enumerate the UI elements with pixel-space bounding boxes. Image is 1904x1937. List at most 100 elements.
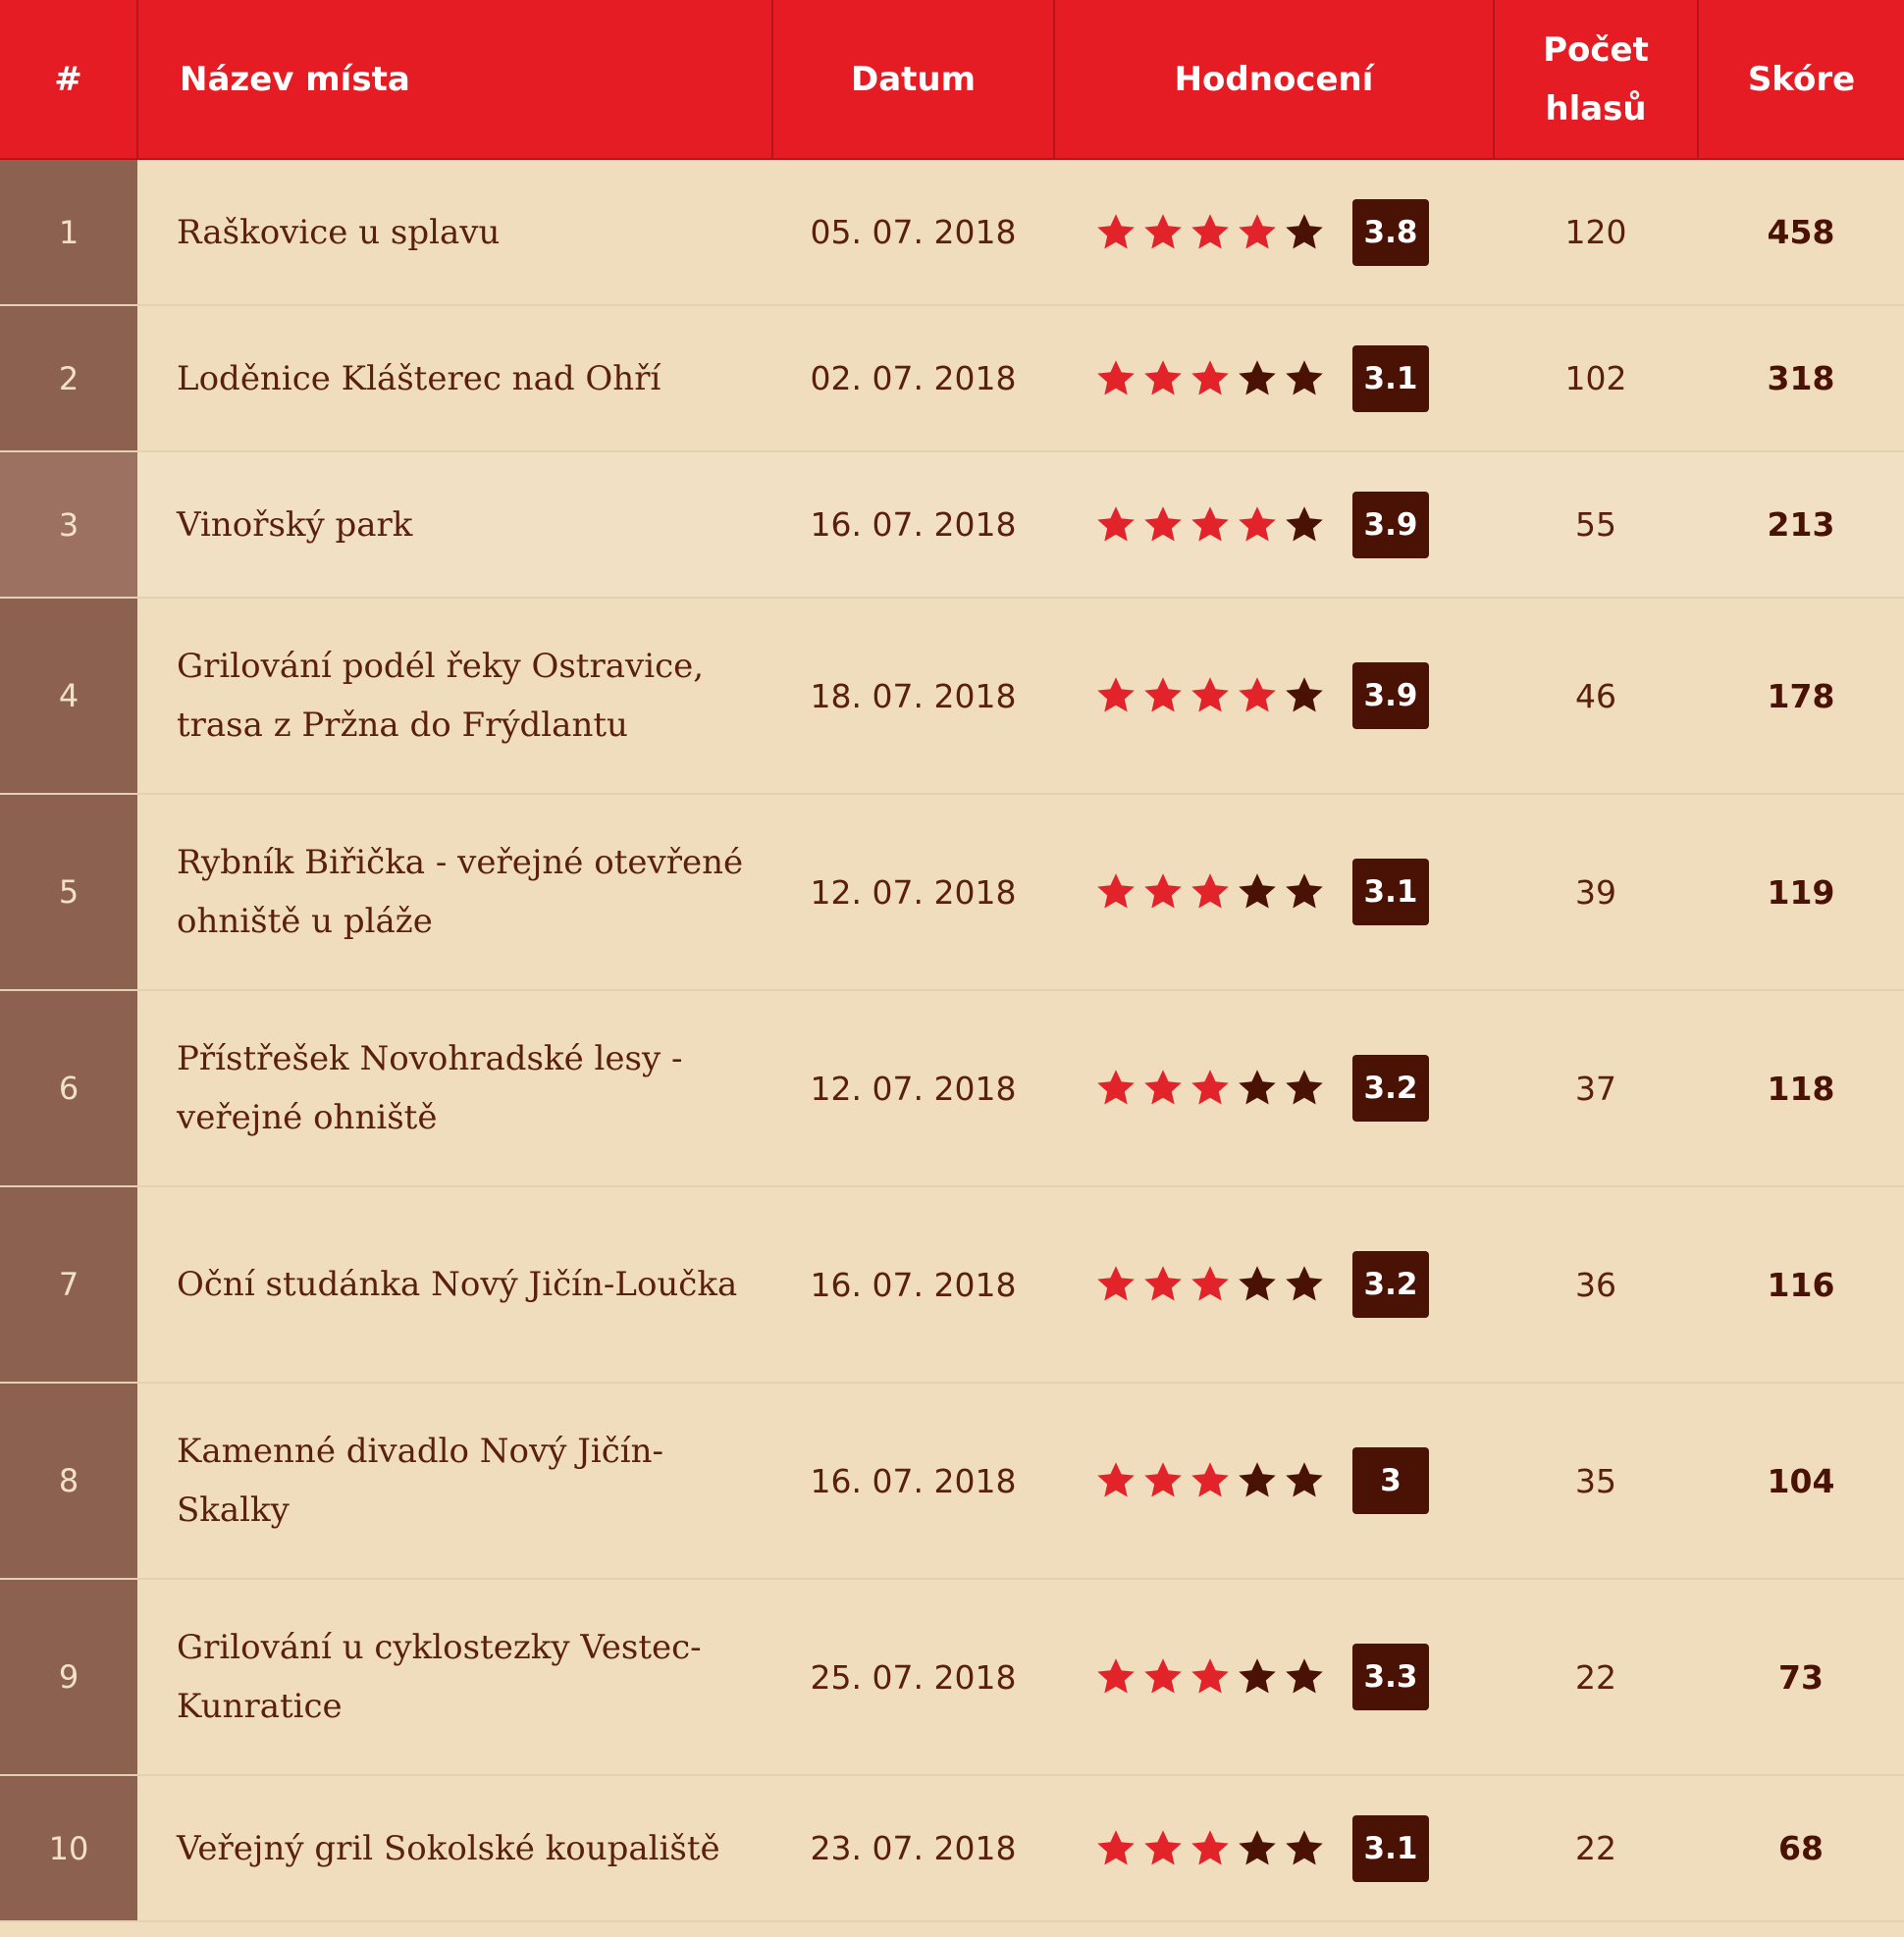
rating-badge: 3.2 (1352, 1055, 1429, 1122)
star-rating (1093, 673, 1329, 718)
ranking-table: # Název místa Datum Hodnocení Počet hlasů… (0, 0, 1904, 1922)
rating-badge: 3 (1352, 1447, 1429, 1514)
table-row[interactable]: 4 Grilování podél řeky Ostravice, trasa z… (0, 598, 1904, 794)
table-row[interactable]: 9 Grilování u cyklostezky Vestec-Kunratic… (0, 1579, 1904, 1775)
star-empty-icon (1239, 873, 1276, 909)
rating-badge: 3.9 (1352, 491, 1429, 558)
row-place-name[interactable]: Grilování podél řeky Ostravice, trasa z … (137, 598, 772, 794)
star-filled-icon (1144, 1658, 1182, 1694)
table-row[interactable]: 5 Rybník Biřička - veřejné otevřené ohniš… (0, 794, 1904, 990)
star-empty-icon (1286, 1266, 1323, 1301)
star-empty-icon (1239, 1658, 1276, 1694)
header-votes[interactable]: Počet hlasů (1494, 0, 1699, 159)
row-place-name[interactable]: Kamenné divadlo Nový Jičín-Skalky (137, 1383, 772, 1579)
header-name[interactable]: Název místa (137, 0, 773, 159)
star-filled-icon (1144, 359, 1182, 394)
row-date: 12. 07. 2018 (810, 872, 1017, 912)
table-row[interactable]: 10 Veřejný gril Sokolské koupaliště 23. 07… (0, 1775, 1904, 1921)
table-row[interactable]: 1 Raškovice u splavu 05. 07. 2018 3.8 120 458 (0, 159, 1904, 305)
star-empty-icon (1286, 677, 1323, 712)
row-place-name[interactable]: Grilování u cyklostezky Vestec-Kunratice (137, 1579, 772, 1775)
star-filled-icon (1144, 1829, 1182, 1864)
star-empty-icon (1239, 1070, 1276, 1105)
star-filled-icon (1097, 1462, 1135, 1497)
row-rating: 3.1 (1054, 794, 1494, 990)
star-empty-icon (1239, 1829, 1276, 1864)
star-filled-icon (1097, 213, 1135, 248)
row-place-name[interactable]: Veřejný gril Sokolské koupaliště (137, 1775, 772, 1921)
star-empty-icon (1286, 1829, 1323, 1864)
row-place-name[interactable]: Vinořský park (137, 451, 772, 598)
header-rating[interactable]: Hodnocení (1054, 0, 1495, 159)
star-filled-icon (1191, 1462, 1229, 1497)
row-rank: 9 (0, 1579, 137, 1775)
row-place-name[interactable]: Raškovice u splavu (137, 159, 772, 305)
header-rank[interactable]: # (0, 0, 138, 159)
star-empty-icon (1286, 1070, 1323, 1105)
star-rating (1093, 1262, 1329, 1307)
star-rating (1093, 210, 1329, 255)
row-score: 458 (1767, 213, 1835, 251)
row-date: 16. 07. 2018 (810, 1461, 1017, 1500)
table-row[interactable]: 8 Kamenné divadlo Nový Jičín-Skalky 16. 07… (0, 1383, 1904, 1579)
row-rating: 3.1 (1054, 305, 1494, 451)
table-row[interactable]: 2 Loděnice Klášterec nad Ohří 02. 07. 2018… (0, 305, 1904, 451)
table-row[interactable]: 7 Oční studánka Nový Jičín-Loučka 16. 07. … (0, 1186, 1904, 1383)
row-votes: 22 (1575, 1657, 1616, 1697)
row-score: 104 (1767, 1461, 1835, 1500)
row-score: 119 (1767, 872, 1835, 912)
star-filled-icon (1097, 677, 1135, 712)
star-filled-icon (1191, 1658, 1229, 1694)
star-filled-icon (1191, 677, 1229, 712)
header-votes-line2: hlasů (1545, 88, 1647, 129)
star-rating (1093, 869, 1329, 915)
star-filled-icon (1191, 359, 1229, 394)
row-place-name[interactable]: Přístřešek Novohradské lesy - veřejné oh… (137, 990, 772, 1186)
star-rating (1093, 1654, 1329, 1700)
star-filled-icon (1191, 213, 1229, 248)
star-filled-icon (1097, 1829, 1135, 1864)
star-empty-icon (1239, 1266, 1276, 1301)
row-votes: 102 (1564, 359, 1627, 397)
row-rank: 4 (0, 598, 137, 794)
row-date: 16. 07. 2018 (810, 505, 1017, 544)
star-rating (1093, 356, 1329, 401)
row-rating: 3.9 (1054, 598, 1494, 794)
star-empty-icon (1286, 505, 1323, 541)
row-rating: 3.9 (1054, 451, 1494, 598)
row-rank: 10 (0, 1775, 137, 1921)
row-score: 118 (1767, 1069, 1835, 1108)
star-empty-icon (1286, 1462, 1323, 1497)
table-row[interactable]: 3 Vinořský park 16. 07. 2018 3.9 55 213 (0, 451, 1904, 598)
row-rating: 3.2 (1054, 990, 1494, 1186)
row-rank: 7 (0, 1186, 137, 1383)
star-empty-icon (1286, 359, 1323, 394)
row-score: 178 (1767, 676, 1835, 715)
star-filled-icon (1144, 213, 1182, 248)
row-place-name[interactable]: Rybník Biřička - veřejné otevřené ohništ… (137, 794, 772, 990)
row-place-name[interactable]: Loděnice Klášterec nad Ohří (137, 305, 772, 451)
row-votes: 22 (1575, 1829, 1616, 1867)
row-place-name[interactable]: Oční studánka Nový Jičín-Loučka (137, 1186, 772, 1383)
row-date: 12. 07. 2018 (810, 1069, 1017, 1108)
row-date: 02. 07. 2018 (810, 359, 1017, 397)
row-date: 18. 07. 2018 (810, 676, 1017, 715)
star-rating (1093, 1066, 1329, 1111)
star-rating (1093, 502, 1329, 548)
table-row[interactable]: 6 Přístřešek Novohradské lesy - veřejné o… (0, 990, 1904, 1186)
star-filled-icon (1097, 1658, 1135, 1694)
star-filled-icon (1191, 873, 1229, 909)
star-filled-icon (1239, 213, 1276, 248)
star-filled-icon (1097, 1070, 1135, 1105)
row-date: 25. 07. 2018 (810, 1657, 1017, 1697)
star-filled-icon (1144, 505, 1182, 541)
row-rank: 2 (0, 305, 137, 451)
row-votes: 55 (1575, 505, 1616, 544)
row-votes: 36 (1575, 1265, 1616, 1304)
star-filled-icon (1239, 677, 1276, 712)
header-score[interactable]: Skóre (1698, 0, 1904, 159)
row-rating: 3.2 (1054, 1186, 1494, 1383)
row-votes: 39 (1575, 872, 1616, 912)
header-date[interactable]: Datum (772, 0, 1055, 159)
rating-badge: 3.2 (1352, 1251, 1429, 1318)
